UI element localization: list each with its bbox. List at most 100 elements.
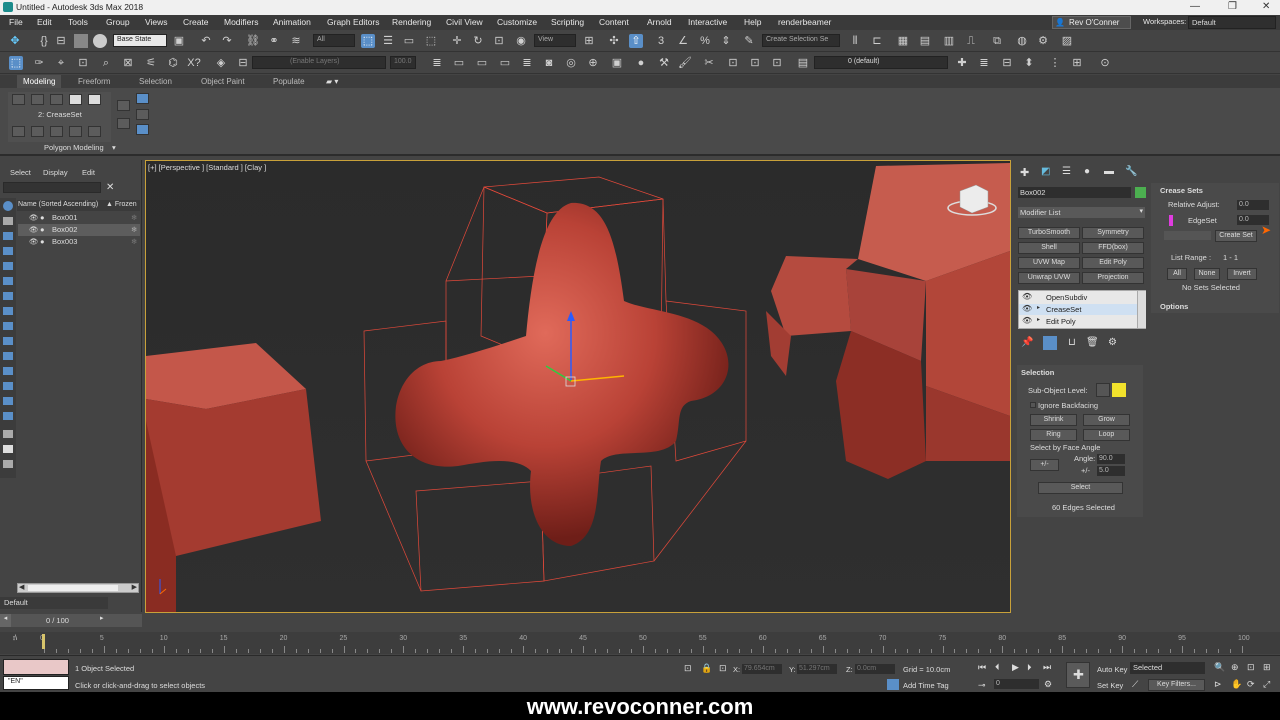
menu-modifiers[interactable]: Modifiers xyxy=(224,17,258,27)
eye-icon[interactable]: 👁 xyxy=(29,224,39,236)
menu-rendering[interactable]: Rendering xyxy=(392,17,431,27)
filter-spacewarps-icon[interactable] xyxy=(3,292,13,300)
previous-frame-icon[interactable]: ⏴ xyxy=(995,662,1000,673)
grid-b-icon[interactable]: ⊞ xyxy=(1070,56,1084,70)
ribbon-extra-icon[interactable] xyxy=(136,124,149,135)
symmetry-button[interactable]: Symmetry xyxy=(1082,227,1144,239)
list-item[interactable]: 👁 ● Box002 ❄ xyxy=(18,224,140,236)
go-to-end-icon[interactable]: ⏭ xyxy=(1043,662,1051,673)
isolate-icon[interactable]: ⌕ xyxy=(99,56,113,70)
filter-bones-icon[interactable] xyxy=(3,337,13,345)
maxscript-input[interactable]: "EN" xyxy=(3,676,69,690)
next-frame-icon[interactable]: ⏵ xyxy=(1027,662,1032,673)
layer-select-icon[interactable]: ⊟ xyxy=(1000,56,1014,70)
maxscript-listener[interactable] xyxy=(3,659,69,675)
align-icon[interactable]: ⊏ xyxy=(870,34,884,48)
list-item[interactable]: 👁 ● Box001 ❄ xyxy=(18,212,140,224)
freeze-icon[interactable]: ❄ xyxy=(131,212,137,224)
place-icon[interactable]: ◉ xyxy=(514,34,528,48)
box002-mesh[interactable] xyxy=(395,202,729,546)
layer-e-icon[interactable]: ◙ xyxy=(542,56,556,70)
key-tangent-icon[interactable]: ⟋ xyxy=(1132,679,1138,690)
select-by-angle-button[interactable]: Select xyxy=(1038,482,1123,494)
ring-button[interactable]: Ring xyxy=(1030,429,1077,441)
xview-icon[interactable]: X? xyxy=(187,56,201,70)
ref-coord-dropdown[interactable]: View xyxy=(534,34,576,47)
menu-help[interactable]: Help xyxy=(744,17,761,27)
stack-c-icon[interactable] xyxy=(50,126,63,137)
filter-hidden-icon[interactable] xyxy=(3,382,13,390)
modify-tab-icon[interactable]: ◩ xyxy=(1041,166,1050,177)
window-crossing-icon[interactable]: ⬚ xyxy=(424,34,438,48)
select-none-button[interactable]: None xyxy=(1194,268,1220,280)
x-coord-field[interactable]: 79.654cm xyxy=(742,664,782,674)
layer-a-icon[interactable]: ▭ xyxy=(452,56,466,70)
select-and-link-icon[interactable]: ⛓ xyxy=(246,34,260,48)
menu-arnold[interactable]: Arnold xyxy=(647,17,672,27)
add-time-tag-button[interactable]: Add Time Tag xyxy=(903,681,949,690)
select-manipulate-icon[interactable]: ✣ xyxy=(607,34,621,48)
go-to-start-icon[interactable]: ⏮ xyxy=(978,662,986,673)
layer-d-icon[interactable]: ≣ xyxy=(520,56,534,70)
create-tab-icon[interactable]: ✚ xyxy=(1020,166,1029,179)
layer-c-icon[interactable]: ▭ xyxy=(498,56,512,70)
object-color-swatch[interactable] xyxy=(1135,187,1146,198)
menu-tools[interactable]: Tools xyxy=(68,17,88,27)
explorer-tab-select[interactable]: Select xyxy=(10,168,31,177)
select-object-icon[interactable]: ⬚ xyxy=(361,34,375,48)
redo-icon[interactable]: ↷ xyxy=(220,34,234,48)
restore-icon[interactable]: ❐ xyxy=(1228,1,1237,12)
paint-icon[interactable]: 🖌 xyxy=(678,56,692,70)
sort-name-column[interactable]: Name (Sorted Ascending) xyxy=(18,201,98,208)
add-layer-icon[interactable]: ✚ xyxy=(955,56,969,70)
z-coord-field[interactable]: 0.0cm xyxy=(855,664,895,674)
pm-spinner[interactable]: 5.0 xyxy=(1097,466,1125,476)
display-all-icon[interactable] xyxy=(3,201,13,211)
options-rollout[interactable]: Options xyxy=(1151,300,1279,313)
select-by-name-icon[interactable]: ☰ xyxy=(381,34,395,48)
paint-select-icon[interactable]: ⌖ xyxy=(54,56,68,70)
loop-button[interactable]: Loop xyxy=(1083,429,1130,441)
user-menu[interactable]: 👤 Rev O'Conner xyxy=(1052,16,1131,29)
rectangular-selection-icon[interactable]: ▭ xyxy=(402,34,416,48)
key-set-dropdown[interactable]: Selected xyxy=(1130,662,1205,674)
menu-create[interactable]: Create xyxy=(183,17,209,27)
menu-views[interactable]: Views xyxy=(145,17,168,27)
layer-move-icon[interactable]: ⬍ xyxy=(1022,56,1036,70)
crease-name-field[interactable] xyxy=(1164,231,1211,240)
explorer-tab-edit[interactable]: Edit xyxy=(82,168,95,177)
layer-dropdown[interactable]: Default xyxy=(0,597,108,609)
edgeset-color-swatch[interactable] xyxy=(1169,215,1173,226)
current-frame-field[interactable]: 0 xyxy=(994,679,1039,689)
ribbon-options-icon[interactable]: ▰ ▾ xyxy=(326,77,338,86)
turbosmooth-button[interactable]: TurboSmooth xyxy=(1018,227,1080,239)
filter-selected-icon[interactable] xyxy=(3,397,13,405)
edit-poly-button[interactable]: Edit Poly xyxy=(1082,257,1144,269)
expand-icon[interactable]: ▸ xyxy=(1037,316,1040,323)
link-icon[interactable]: ✥ xyxy=(8,34,22,48)
layer-manager-icon[interactable]: ⊟ xyxy=(236,56,250,70)
layer-list-icon[interactable]: ▤ xyxy=(796,56,810,70)
menu-content[interactable]: Content xyxy=(599,17,629,27)
fov-icon[interactable]: ⊳ xyxy=(1214,679,1222,690)
grow-button[interactable]: Grow xyxy=(1083,414,1130,426)
quick-slice-icon[interactable]: ⚟ xyxy=(144,56,158,70)
menu-file[interactable]: File xyxy=(9,17,23,27)
configure-sets-icon[interactable]: ⚙ xyxy=(1108,337,1117,348)
workspaces-dropdown[interactable]: Default xyxy=(1188,16,1276,29)
remove-modifier-icon[interactable]: 🗑 xyxy=(1086,337,1099,348)
tab-object-paint[interactable]: Object Paint xyxy=(201,77,245,86)
hammer-icon[interactable]: ⚒ xyxy=(657,56,671,70)
invert-button[interactable]: Invert xyxy=(1227,268,1257,280)
perspective-viewport[interactable]: [+] [Perspective ] [Standard ] [Clay ] xyxy=(145,160,1011,613)
key-filters-button[interactable]: Key Filters... xyxy=(1148,679,1205,691)
filter-lights-icon[interactable] xyxy=(3,247,13,255)
unlink-icon[interactable]: ⚭ xyxy=(267,34,281,48)
clear-search-icon[interactable]: ✕ xyxy=(106,182,114,193)
pm-dropdown[interactable]: +/- xyxy=(1030,459,1059,471)
filter-geometry-icon[interactable] xyxy=(3,217,13,225)
explorer-hscrollbar[interactable]: ◀ ▶ xyxy=(17,583,139,593)
maximize-viewport-icon[interactable]: ⤢ xyxy=(1263,679,1270,690)
pivot-icon[interactable]: ⊞ xyxy=(582,34,596,48)
hierarchy-tab-icon[interactable]: ☰ xyxy=(1062,166,1071,177)
